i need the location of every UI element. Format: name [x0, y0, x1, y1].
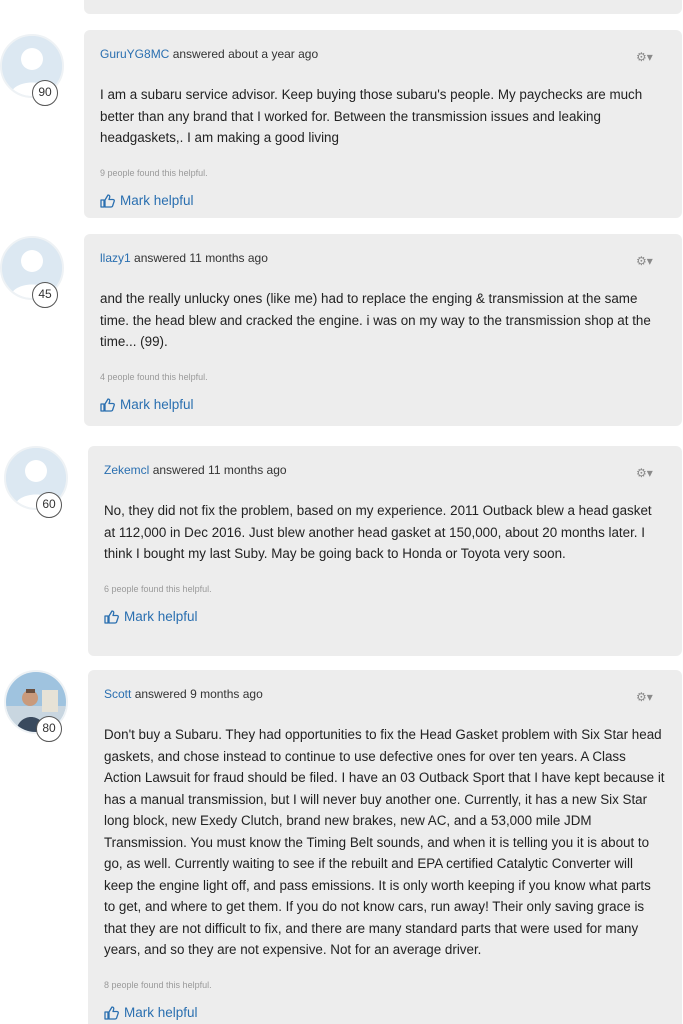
gear-menu[interactable]: ⚙▾ [636, 254, 660, 268]
answer-card: llazy1 answered 11 months ago ⚙▾ and the… [84, 234, 682, 426]
mark-helpful-label: Mark helpful [120, 192, 194, 208]
answer-byline: GuruYG8MC answered about a year ago [100, 46, 665, 62]
score-badge: 60 [36, 492, 62, 518]
mark-helpful-label: Mark helpful [124, 608, 198, 624]
mark-helpful-label: Mark helpful [124, 1004, 198, 1020]
thumbs-up-icon [104, 1005, 119, 1020]
answered-time: answered 9 months ago [134, 687, 263, 701]
gear-menu[interactable]: ⚙▾ [636, 466, 660, 480]
answer-card: Scott answered 9 months ago ⚙▾ Don't buy… [88, 670, 682, 1024]
mark-helpful-button[interactable]: Mark helpful [100, 192, 194, 210]
mark-helpful-button[interactable]: Mark helpful [100, 396, 194, 414]
score-badge: 80 [36, 716, 62, 742]
helpful-count: 8 people found this helpful. [104, 979, 212, 990]
username-link[interactable]: Zekemcl [104, 463, 149, 477]
avatar-block: 90 [0, 34, 64, 106]
thumbs-up-icon [100, 397, 115, 412]
avatar-block: 60 [4, 446, 68, 518]
score-badge: 90 [32, 80, 58, 106]
answer-card: Zekemcl answered 11 months ago ⚙▾ No, th… [88, 446, 682, 656]
chevron-down-icon: ▾ [646, 50, 653, 64]
mark-helpful-button[interactable]: Mark helpful [104, 608, 198, 626]
answer-byline: Zekemcl answered 11 months ago [104, 462, 665, 478]
username-link[interactable]: llazy1 [100, 251, 131, 265]
thumbs-up-icon [100, 193, 115, 208]
username-link[interactable]: Scott [104, 687, 131, 701]
answer-byline: Scott answered 9 months ago [104, 686, 665, 702]
previous-answer-card [84, 0, 682, 14]
gear-icon: ⚙ [636, 690, 647, 704]
chevron-down-icon: ▾ [646, 254, 653, 268]
gear-icon: ⚙ [636, 50, 647, 64]
helpful-count: 4 people found this helpful. [100, 371, 208, 382]
answer-body: I am a subaru service advisor. Keep buyi… [100, 87, 643, 145]
chevron-down-icon: ▾ [646, 466, 653, 480]
username-link[interactable]: GuruYG8MC [100, 47, 169, 61]
answer-byline: llazy1 answered 11 months ago [100, 250, 665, 266]
helpful-count: 6 people found this helpful. [104, 583, 212, 594]
score-badge: 45 [32, 282, 58, 308]
mark-helpful-button[interactable]: Mark helpful [104, 1004, 198, 1022]
avatar-block: 80 [4, 670, 68, 742]
answered-time: answered 11 months ago [152, 463, 287, 477]
gear-icon: ⚙ [636, 254, 647, 268]
avatar-block: 45 [0, 236, 64, 308]
answer-body: and the really unlucky ones (like me) ha… [100, 291, 651, 349]
answered-time: answered about a year ago [172, 47, 319, 61]
gear-icon: ⚙ [636, 466, 647, 480]
thumbs-up-icon [104, 609, 119, 624]
answered-time: answered 11 months ago [134, 251, 268, 265]
answer-body: Don't buy a Subaru. They had opportuniti… [104, 727, 665, 957]
chevron-down-icon: ▾ [646, 690, 653, 704]
helpful-count: 9 people found this helpful. [100, 167, 208, 178]
answers-page: 90 GuruYG8MC answered about a year ago ⚙… [0, 0, 683, 1024]
answer-card: GuruYG8MC answered about a year ago ⚙▾ I… [84, 30, 682, 218]
answer-body: No, they did not fix the problem, based … [104, 503, 652, 561]
gear-menu[interactable]: ⚙▾ [636, 50, 660, 64]
gear-menu[interactable]: ⚙▾ [636, 690, 660, 704]
mark-helpful-label: Mark helpful [120, 396, 194, 412]
